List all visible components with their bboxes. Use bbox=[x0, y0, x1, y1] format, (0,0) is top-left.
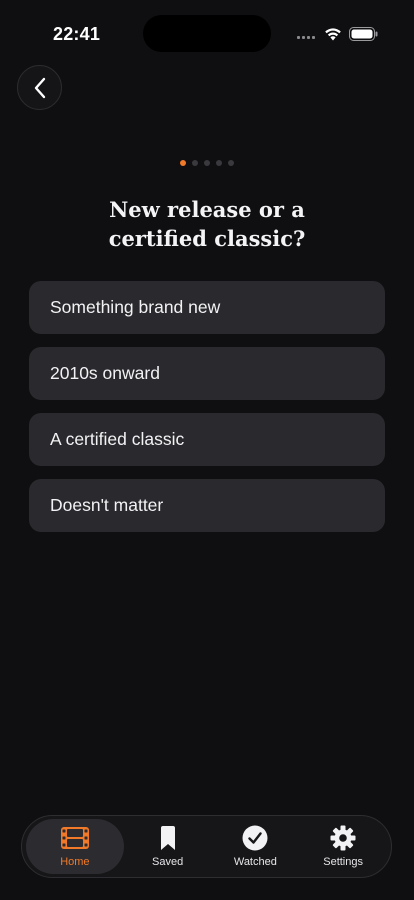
option-doesnt-matter[interactable]: Doesn't matter bbox=[29, 479, 385, 532]
tab-watched[interactable]: Watched bbox=[211, 819, 299, 874]
tab-settings[interactable]: Settings bbox=[299, 819, 387, 874]
cellular-signal-icon bbox=[297, 36, 317, 40]
progress-dot bbox=[204, 160, 210, 166]
bookmark-icon bbox=[160, 826, 175, 850]
progress-dot bbox=[192, 160, 198, 166]
battery-icon bbox=[349, 27, 378, 41]
wifi-icon bbox=[325, 28, 341, 41]
tab-saved[interactable]: Saved bbox=[124, 819, 212, 874]
progress-dot bbox=[228, 160, 234, 166]
question-title-line2: certified classic? bbox=[108, 226, 306, 251]
chevron-left-icon bbox=[34, 77, 45, 98]
option-something-brand-new[interactable]: Something brand new bbox=[29, 281, 385, 334]
answer-options: Something brand new 2010s onward A certi… bbox=[29, 281, 385, 545]
back-button[interactable] bbox=[17, 65, 62, 110]
progress-dot bbox=[216, 160, 222, 166]
dynamic-island bbox=[143, 15, 271, 52]
question-title: New release or a certified classic? bbox=[40, 195, 374, 253]
checkmark-circle-icon bbox=[242, 825, 268, 851]
tab-settings-label: Settings bbox=[323, 855, 363, 868]
status-time: 22:41 bbox=[53, 24, 101, 44]
tab-home-label: Home bbox=[60, 855, 90, 868]
gear-icon bbox=[330, 825, 356, 851]
tab-watched-label: Watched bbox=[233, 855, 277, 868]
tab-saved-label: Saved bbox=[152, 855, 184, 868]
film-icon bbox=[60, 827, 89, 849]
progress-dot-active bbox=[180, 160, 186, 166]
option-2010s-onward[interactable]: 2010s onward bbox=[29, 347, 385, 400]
option-certified-classic[interactable]: A certified classic bbox=[29, 413, 385, 466]
tab-bar: Home Saved Watched Settings bbox=[21, 815, 392, 878]
tab-home[interactable]: Home bbox=[26, 819, 124, 874]
question-title-line1: New release or a bbox=[109, 197, 305, 222]
status-bar: 22:41 bbox=[0, 0, 414, 60]
progress-indicator bbox=[0, 160, 414, 168]
